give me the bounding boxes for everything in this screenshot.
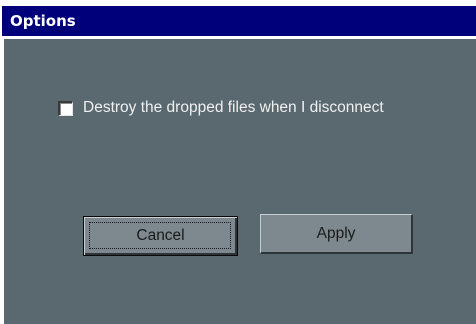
destroy-files-checkbox[interactable]	[58, 100, 73, 116]
destroy-files-label[interactable]: Destroy the dropped files when I disconn…	[83, 99, 384, 117]
destroy-files-option[interactable]: Destroy the dropped files when I disconn…	[58, 99, 384, 117]
dialog-body	[4, 39, 476, 324]
apply-button[interactable]: Apply	[260, 214, 413, 254]
cancel-button[interactable]: Cancel	[83, 216, 238, 256]
title-bar[interactable]: Options	[2, 6, 476, 36]
options-dialog: Options Destroy the dropped files when I…	[0, 0, 476, 324]
window-title: Options	[10, 12, 76, 30]
cancel-button-label: Cancel	[136, 227, 185, 244]
apply-button-label: Apply	[316, 225, 356, 242]
